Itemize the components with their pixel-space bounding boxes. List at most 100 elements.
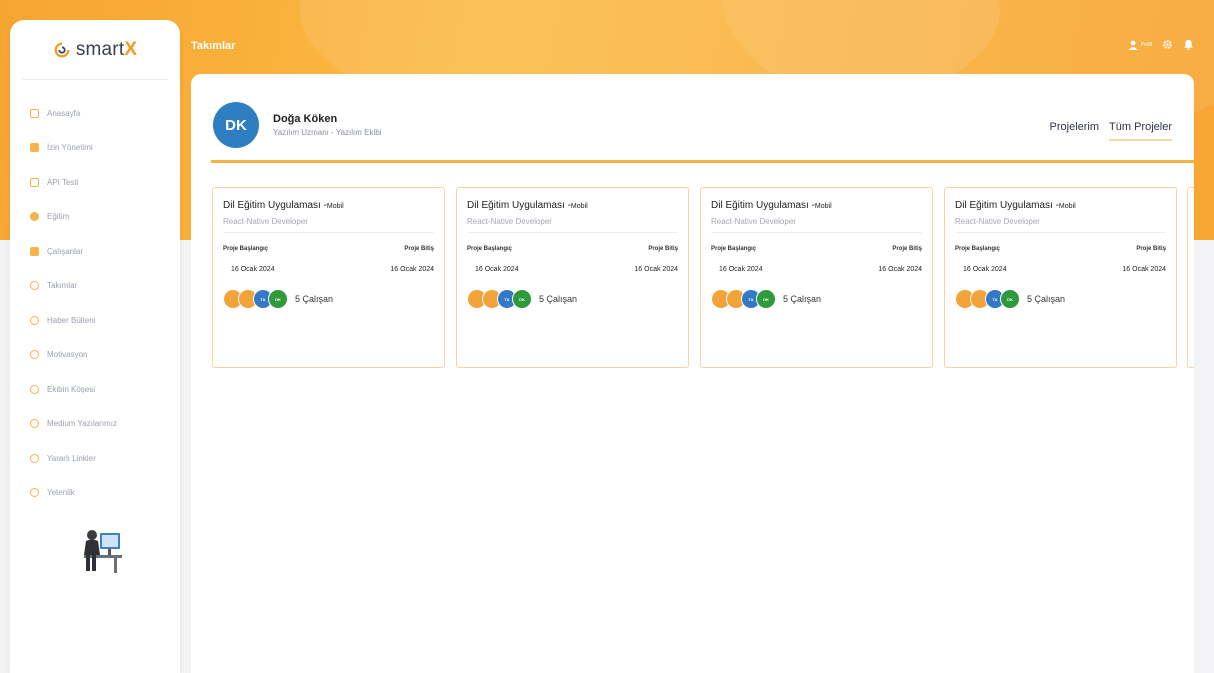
sidebar-item-label: Takımlar	[47, 281, 78, 291]
team-avatars[interactable]: TA DK 5 Çalışan	[711, 289, 922, 309]
sidebar-item-label: Ekibin Köşesi	[47, 384, 96, 394]
card-title: Dil Eğitim Uygulaması -	[223, 200, 327, 211]
sidebar-item-izin-yonetimi[interactable]: İzin Yönetimi	[10, 131, 180, 166]
logo-x: X	[124, 38, 138, 60]
project-card-partial[interactable]	[1187, 187, 1194, 368]
bell-icon[interactable]	[1183, 39, 1194, 50]
start-date: 16 Ocak 2024	[231, 266, 275, 273]
user-icon	[1128, 40, 1138, 50]
sidebar-item-haber-bulteni[interactable]: Haber Bülteni	[10, 303, 180, 338]
sidebar-item-label: Yetenlik	[47, 488, 75, 498]
sidebar-nav: Anasayfa İzin Yönetimi API Testi Eğitim …	[10, 80, 180, 510]
sidebar-item-label: Medium Yazılarımız	[47, 419, 117, 429]
team-count: 5 Çalışan	[295, 294, 334, 304]
link-icon	[30, 453, 39, 463]
sidebar-item-egitim[interactable]: Eğitim	[10, 200, 180, 235]
sidebar: smartX Anasayfa İzin Yönetimi API Testi …	[10, 20, 180, 673]
start-label: Proje Başlangıç	[711, 246, 757, 252]
profile-button[interactable]: Profil	[1128, 40, 1152, 50]
corner-icon	[30, 384, 39, 394]
sidebar-item-label: Motivasyon	[47, 350, 88, 360]
code-icon	[30, 177, 39, 187]
card-title: Dil Eğitim Uygulaması -	[711, 200, 815, 211]
card-title-sub: Mobil	[326, 203, 344, 210]
start-date: 16 Ocak 2024	[719, 266, 763, 273]
card-title: Dil Eğitim Uygulaması -	[467, 200, 571, 211]
start-label: Proje Başlangıç	[223, 246, 269, 252]
project-card[interactable]: Dil Eğitim Uygulaması -Mobil React-Nativ…	[212, 187, 445, 368]
section-divider	[211, 160, 1194, 163]
card-title: Dil Eğitim Uygulaması -	[955, 200, 1059, 211]
logo-mark-icon	[54, 42, 70, 57]
team-avatar: DK	[268, 289, 288, 309]
team-avatars[interactable]: TA DK 5 Çalışan	[955, 289, 1166, 309]
end-label: Proje Bitiş	[404, 246, 434, 252]
sidebar-item-api-testi[interactable]: API Testi	[10, 165, 180, 200]
project-card[interactable]: Dil Eğitim Uygulaması -Mobil React-Nativ…	[700, 187, 933, 368]
logo[interactable]: smartX	[22, 20, 168, 80]
sidebar-item-calisanlar[interactable]: Çalışanlar	[10, 234, 180, 269]
sidebar-item-label: API Testi	[47, 177, 79, 187]
sidebar-item-label: Anasayfa	[47, 108, 81, 118]
team-avatar: DK	[512, 289, 532, 309]
gear-icon[interactable]	[1162, 39, 1173, 50]
sidebar-item-yararli-linkler[interactable]: Yararlı Linkler	[10, 441, 180, 476]
project-card-list: Dil Eğitim Uygulaması -Mobil React-Nativ…	[212, 187, 1177, 368]
card-role: React-Native Developer	[467, 217, 678, 233]
topbar-actions: Profil	[1128, 39, 1194, 50]
newsletter-icon	[30, 315, 39, 325]
team-count: 5 Çalışan	[1027, 294, 1066, 304]
sidebar-item-takimlar[interactable]: Takımlar	[10, 269, 180, 304]
profile-label: Profil	[1140, 41, 1152, 48]
sidebar-item-label: Eğitim	[47, 212, 70, 222]
skill-icon	[30, 488, 39, 498]
start-date: 16 Ocak 2024	[963, 266, 1007, 273]
team-avatars[interactable]: TA DK 5 Çalışan	[467, 289, 678, 309]
logo-text: smart	[75, 38, 125, 60]
project-card[interactable]: Dil Eğitim Uygulaması -Mobil React-Nativ…	[944, 187, 1177, 368]
team-avatar: DK	[756, 289, 776, 309]
sidebar-item-ekibin-kosesi[interactable]: Ekibin Köşesi	[10, 372, 180, 407]
user-role: Yazılım Uzmanı - Yazılım Ekibi	[273, 128, 382, 137]
sidebar-item-label: Yararlı Linkler	[47, 453, 96, 463]
team-avatar: DK	[1000, 289, 1020, 309]
sidebar-item-yetenlik[interactable]: Yetenlik	[10, 476, 180, 511]
end-date: 16 Ocak 2024	[878, 266, 922, 273]
education-icon	[30, 212, 39, 222]
home-icon	[30, 108, 39, 118]
card-role: React-Native Developer	[955, 217, 1166, 233]
end-label: Proje Bitiş	[1136, 246, 1166, 252]
page-title: Takımlar	[191, 40, 236, 52]
start-label: Proje Başlangıç	[467, 246, 513, 252]
start-date: 16 Ocak 2024	[475, 266, 519, 273]
sidebar-item-label: Haber Bülteni	[47, 315, 96, 325]
tab-projelerim[interactable]: Projelerim	[1050, 121, 1100, 141]
team-count: 5 Çalışan	[539, 294, 578, 304]
team-icon	[30, 281, 39, 291]
desk-illustration	[84, 530, 122, 573]
motivation-icon	[30, 350, 39, 360]
project-tabs: Projelerim Tüm Projeler	[1050, 121, 1172, 141]
calendar-icon	[30, 143, 39, 153]
card-title-sub: Mobil	[570, 203, 588, 210]
card-role: React-Native Developer	[711, 217, 922, 233]
end-label: Proje Bitiş	[648, 246, 678, 252]
sidebar-item-label: Çalışanlar	[47, 246, 84, 256]
team-count: 5 Çalışan	[783, 294, 822, 304]
team-avatars[interactable]: TA DK 5 Çalışan	[223, 289, 434, 309]
end-label: Proje Bitiş	[892, 246, 922, 252]
app-screen: smartX Anasayfa İzin Yönetimi API Testi …	[0, 0, 1214, 673]
user-profile: DK Doğa Köken Yazılım Uzmanı - Yazılım E…	[213, 102, 381, 148]
tab-tum-projeler[interactable]: Tüm Projeler	[1109, 121, 1172, 141]
sidebar-item-anasayfa[interactable]: Anasayfa	[10, 96, 180, 131]
end-date: 16 Ocak 2024	[1122, 266, 1166, 273]
card-title-sub: Mobil	[1058, 203, 1076, 210]
start-label: Proje Başlangıç	[955, 246, 1001, 252]
avatar: DK	[213, 102, 259, 148]
end-date: 16 Ocak 2024	[390, 266, 434, 273]
sidebar-item-medium[interactable]: Medium Yazılarımız	[10, 407, 180, 442]
sidebar-item-motivasyon[interactable]: Motivasyon	[10, 338, 180, 373]
card-title-sub: Mobil	[814, 203, 832, 210]
project-card[interactable]: Dil Eğitim Uygulaması -Mobil React-Nativ…	[456, 187, 689, 368]
main-panel: DK Doğa Köken Yazılım Uzmanı - Yazılım E…	[191, 74, 1194, 673]
